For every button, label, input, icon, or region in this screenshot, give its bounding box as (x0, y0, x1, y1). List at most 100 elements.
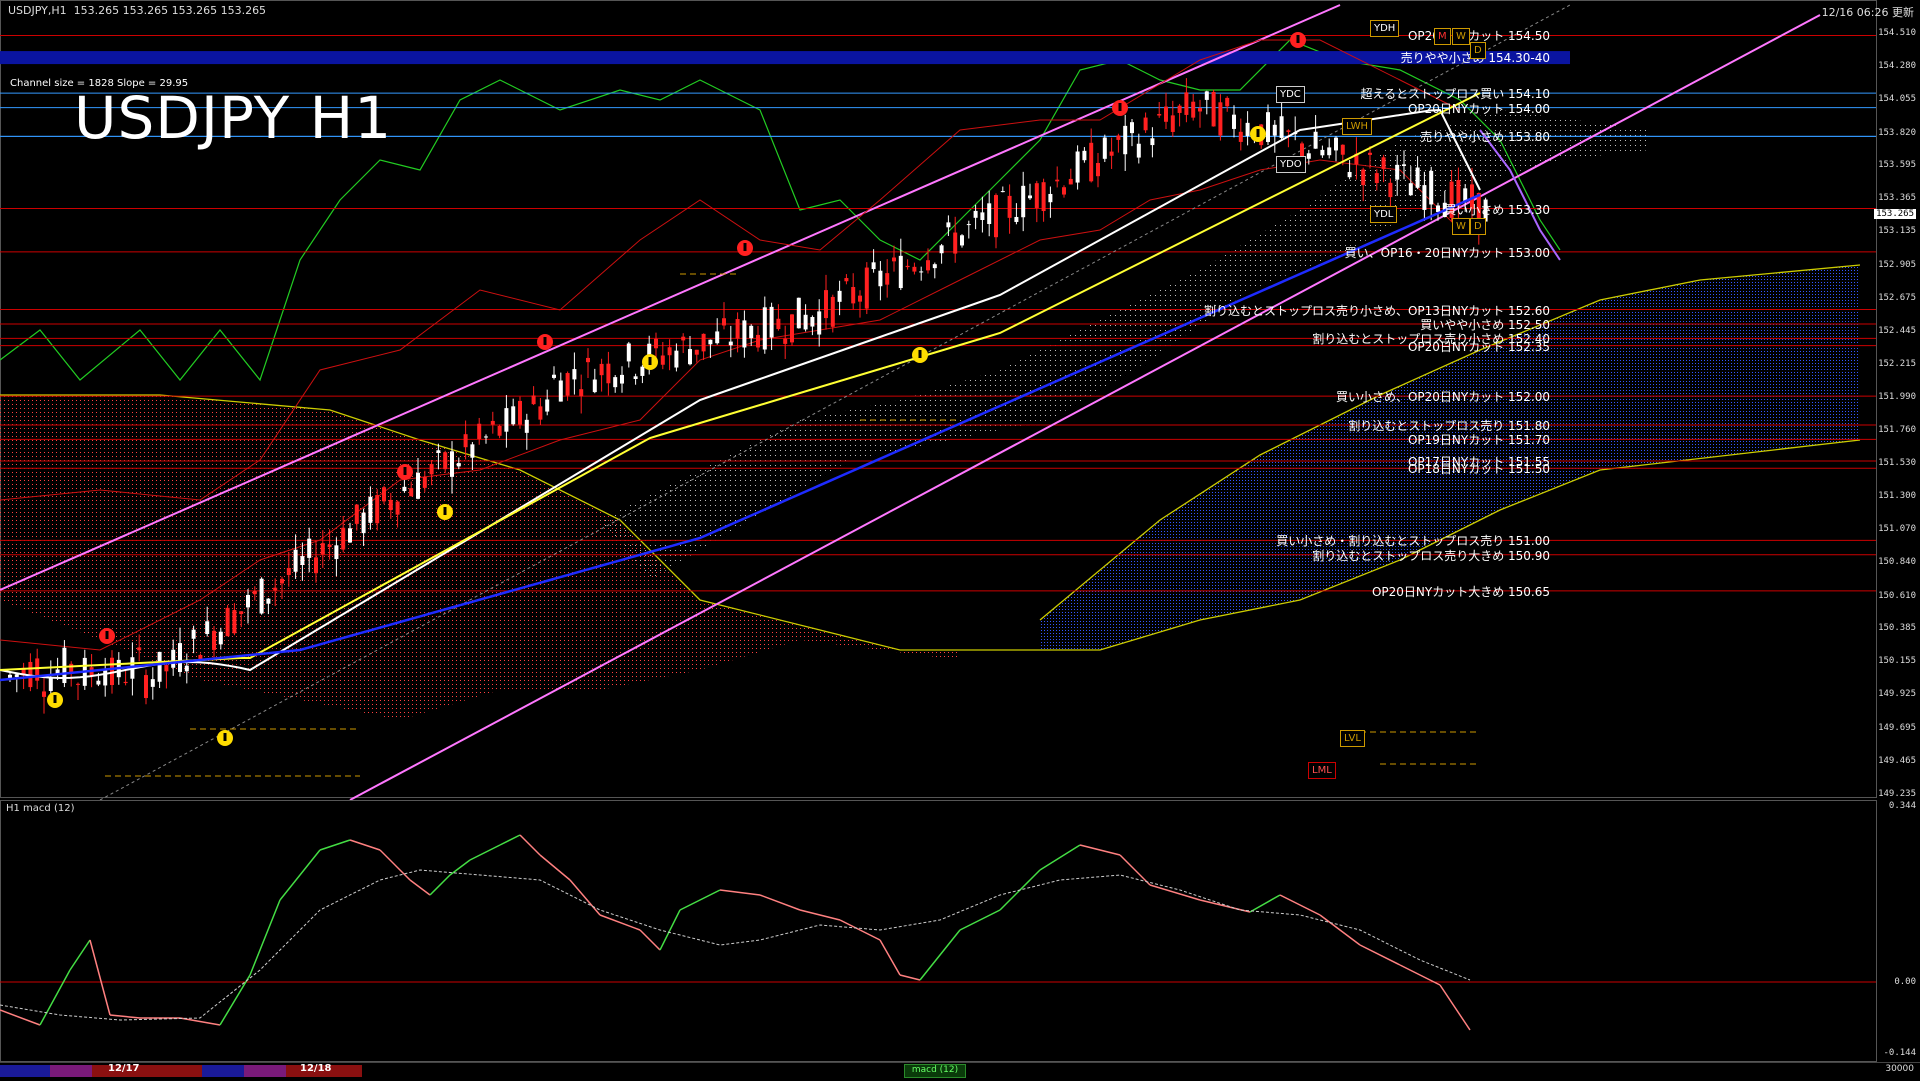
macd-tab[interactable]: macd (12) (904, 1064, 966, 1078)
candle-body (1075, 151, 1080, 183)
candle-body (572, 369, 577, 380)
price-tick: 151.760 (1878, 424, 1916, 435)
price-tick: 152.905 (1878, 259, 1916, 270)
macd-line-segment (89, 939, 111, 1016)
candle-body (388, 499, 393, 511)
macd-line-segment (1149, 884, 1201, 901)
level-band (0, 51, 1570, 65)
candle-body (266, 598, 271, 604)
macd-line-segment (759, 894, 801, 911)
signal-marker-stem (443, 507, 447, 515)
candle-body (327, 544, 332, 548)
macd-line-segment (519, 834, 541, 856)
price-tick: 150.155 (1878, 656, 1916, 667)
signal-marker-stem (648, 357, 652, 365)
candle-body (273, 587, 278, 591)
d-low-tag: D (1470, 218, 1486, 235)
candle-body (878, 270, 883, 287)
price-tick: 153.820 (1878, 127, 1916, 138)
candle-body (429, 463, 434, 475)
candle-body (1211, 91, 1216, 127)
candle-body (905, 265, 910, 268)
candle-body (497, 425, 502, 436)
candle-body (484, 436, 488, 438)
macd-line-segment (599, 914, 641, 931)
candle-body (633, 376, 638, 380)
candle-body (225, 607, 230, 637)
macd-line-segment (1279, 894, 1321, 916)
candle-body (1320, 149, 1325, 156)
macd-frame (0, 800, 1877, 1062)
candle-body (1014, 216, 1019, 222)
signal-marker-stem (543, 337, 547, 345)
candle-body (341, 527, 346, 550)
candle-body (150, 679, 155, 687)
price-tick: 153.595 (1878, 160, 1916, 170)
level-label: 買い小さめ 153.30 (1444, 202, 1550, 217)
macd-line-segment (1319, 914, 1361, 946)
candle-body (246, 594, 250, 608)
candle-body (191, 629, 196, 639)
level-label: 買い小さめ、OP20日NYカット 152.00 (1335, 390, 1550, 405)
macd-line-segment (379, 849, 411, 881)
candle-body (654, 338, 658, 349)
price-tick: 151.070 (1878, 524, 1916, 535)
candle-body (1109, 151, 1114, 156)
candle-body (1300, 143, 1304, 157)
level-label: 売りやや小さめ 153.80 (1420, 130, 1550, 145)
level-label: OP18日NYカット 151.50 (1407, 462, 1550, 477)
macd-title: H1 macd (12) (6, 803, 75, 814)
candle-body (1028, 195, 1032, 199)
candle-body (796, 297, 801, 329)
candle-body (1204, 91, 1209, 100)
candle-body (456, 463, 461, 467)
session-segment (0, 1065, 50, 1077)
level-label: OP20日NYカット 152.35 (1407, 339, 1550, 354)
price-tick: 153.365 (1878, 193, 1916, 204)
candle-body (511, 406, 516, 425)
candle-body (830, 296, 835, 327)
macd-chart[interactable] (0, 800, 1920, 1062)
candle-body (1436, 205, 1440, 212)
price-tick: 151.530 (1878, 457, 1916, 468)
candle-body (1184, 92, 1189, 115)
candle-body (1313, 131, 1318, 149)
candle-body (307, 538, 312, 558)
candle-body (783, 338, 788, 344)
candle-body (1089, 142, 1094, 182)
signal-marker-stem (223, 733, 227, 741)
price-tick: 154.510 (1878, 28, 1916, 38)
candle-body (708, 339, 713, 345)
candle-body (892, 257, 896, 262)
candle-body (348, 528, 352, 543)
candle-body (817, 311, 822, 335)
price-tick: 152.215 (1878, 359, 1916, 370)
signal-marker-stem (743, 243, 747, 251)
level-label: 買い、OP16・20日NYカット 153.00 (1344, 245, 1550, 260)
candle-body (1347, 171, 1352, 178)
candle-body (443, 452, 448, 470)
candle-body (844, 278, 849, 282)
price-tick: 150.610 (1878, 590, 1916, 601)
price-tick: 149.695 (1878, 722, 1916, 733)
candle-body (749, 325, 754, 339)
candle-body (728, 341, 733, 346)
candle-body (966, 224, 971, 226)
candle-body (524, 419, 529, 433)
candle-body (1191, 101, 1196, 118)
candle-body (1116, 135, 1121, 140)
candle-body (382, 487, 386, 502)
candle-body (1388, 182, 1393, 198)
candle-body (1055, 179, 1060, 182)
level-label: 割り込むとストップロス売り大きめ 150.90 (1312, 548, 1550, 563)
candle-body (599, 363, 604, 376)
signal-marker-stem (403, 467, 407, 475)
candle-body (1150, 138, 1155, 146)
candle-body (14, 674, 19, 677)
ydh-tag: YDH (1370, 20, 1400, 37)
w-low-tag: W (1452, 218, 1470, 235)
macd-line-segment (879, 939, 901, 976)
candle-body (470, 444, 475, 458)
signal-marker-stem (918, 350, 922, 358)
candle-body (171, 649, 176, 668)
